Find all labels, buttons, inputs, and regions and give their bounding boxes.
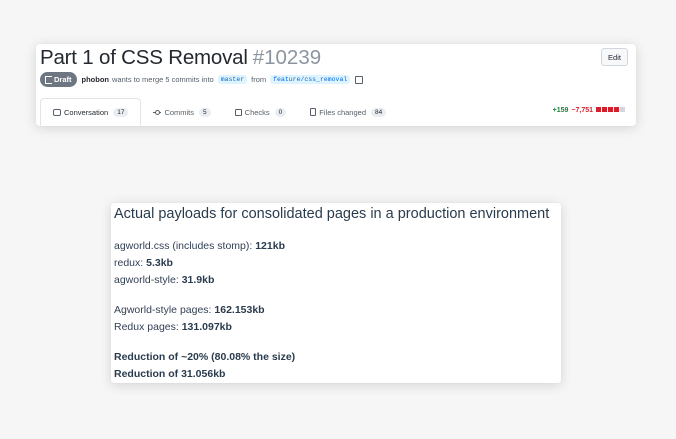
tab-label: Conversation [64, 107, 109, 117]
stage: Part 1 of CSS Removal #10239 Edit Draft … [0, 0, 676, 439]
pr-title: Part 1 of CSS Removal [40, 46, 248, 69]
payload-value: 5.3kb [146, 257, 173, 269]
payload-line: Redux pages: 131.097kb [114, 319, 295, 336]
diffstat-block [614, 107, 619, 112]
copy-branch-icon[interactable] [355, 75, 364, 84]
pr-number: #10239 [252, 46, 322, 69]
tab-label: Commits [164, 107, 195, 117]
payload-summary-card: Actual payloads for consolidated pages i… [111, 203, 561, 383]
pr-meta: Draft phobon wants to merge 5 commits in… [40, 72, 364, 87]
pr-tabs: Conversation 17 Commits 5 Checks 0 Files… [36, 98, 636, 126]
tab-counter: 5 [199, 107, 211, 117]
tab-counter: 17 [113, 107, 129, 117]
payload-label: agworld-style: [114, 274, 182, 286]
payload-title: Actual payloads for consolidated pages i… [114, 206, 550, 222]
tab-conversation[interactable]: Conversation 17 [40, 98, 142, 126]
deletions-count: −7,751 [571, 107, 593, 114]
payload-lines: agworld.css (includes stomp): 121kb redu… [114, 238, 295, 383]
tab-checks[interactable]: Checks 0 [223, 98, 299, 126]
tab-label: Files changed [319, 107, 366, 117]
payload-line: agworld.css (includes stomp): 121kb [114, 238, 295, 255]
payload-line: agworld-style: 31.9kb [114, 272, 295, 289]
draft-badge: Draft [40, 72, 77, 87]
payload-line: redux: 5.3kb [114, 255, 295, 272]
payload-label: Agworld-style pages: [114, 304, 215, 316]
payload-value: 31.9kb [181, 274, 215, 286]
diffstat: +159 −7,751 [553, 107, 626, 114]
tab-counter: 84 [371, 107, 387, 117]
payload-value: 131.097kb [181, 321, 232, 333]
tab-label: Checks [244, 107, 270, 117]
from-text: from [251, 75, 267, 84]
draft-pr-icon [45, 75, 52, 84]
diffstat-block [620, 107, 625, 112]
head-branch[interactable]: feature/css_removal [270, 75, 351, 84]
diffstat-block [596, 107, 601, 112]
checks-icon [234, 108, 242, 116]
summary-line: Reduction of ~20% (80.08% the size) [114, 351, 296, 363]
diffstat-bar [596, 107, 626, 114]
draft-label: Draft [54, 75, 72, 84]
payload-line: Agworld-style pages: 162.153kb [114, 302, 295, 319]
payload-label: Redux pages: [114, 321, 182, 333]
payload-label: redux: [114, 257, 147, 269]
payload-label: agworld.css (includes stomp): [114, 240, 256, 252]
tab-commits[interactable]: Commits 5 [141, 98, 222, 126]
pr-author-link[interactable]: phobon [82, 75, 110, 84]
summary-line: Reduction of 31.056kb [114, 368, 226, 380]
diffstat-block [608, 107, 613, 112]
tab-counter: 0 [274, 107, 287, 117]
pr-title-row: Part 1 of CSS Removal #10239 [40, 46, 321, 70]
diffstat-block [602, 107, 607, 112]
payload-value: 121kb [255, 240, 285, 252]
commit-icon [153, 109, 162, 116]
conversation-icon [53, 108, 61, 116]
additions-count: +159 [552, 107, 569, 114]
edit-button[interactable]: Edit [601, 48, 628, 66]
merge-text: wants to merge 5 commits into [112, 75, 214, 84]
pull-request-header: Part 1 of CSS Removal #10239 Edit Draft … [36, 44, 636, 126]
file-diff-icon [310, 108, 317, 116]
base-branch[interactable]: master [217, 75, 248, 84]
payload-value: 162.153kb [214, 304, 265, 316]
tab-files-changed[interactable]: Files changed 84 [298, 98, 398, 126]
